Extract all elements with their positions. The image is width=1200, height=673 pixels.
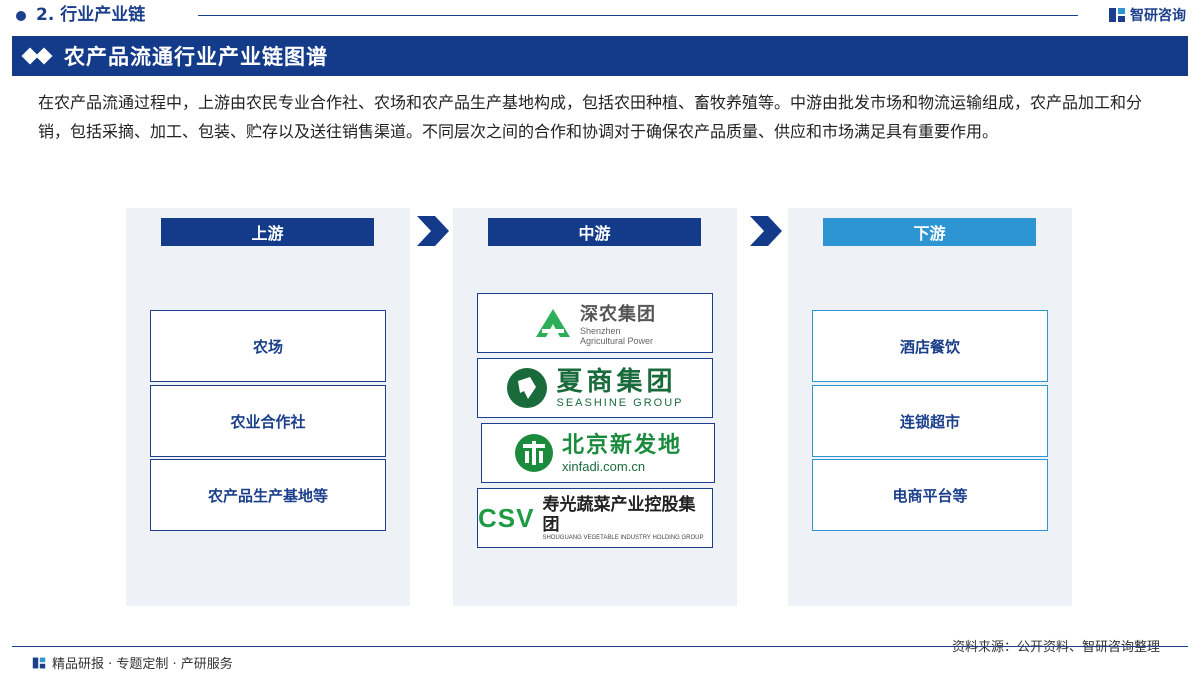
xiashang-logo-icon	[507, 368, 548, 408]
upstream-item: 农场	[150, 310, 386, 382]
xinfadi-logo-icon	[514, 434, 553, 472]
top-bar: 2. 行业产业链 智研咨询	[0, 0, 1200, 32]
logo-name: 寿光蔬菜产业控股集团	[542, 495, 696, 535]
logo-subtitle: SEASHINE GROUP	[556, 397, 684, 409]
logo-name: 北京新发地	[561, 432, 682, 458]
title-banner: 农产品流通行业产业链图谱	[12, 36, 1188, 76]
midstream-heading: 中游	[488, 218, 701, 246]
logo-subtitle: xinfadi.com.cn	[561, 458, 646, 474]
downstream-heading: 下游	[823, 218, 1036, 246]
brand: 智研咨询	[1108, 5, 1186, 25]
upstream-item: 农业合作社	[150, 385, 386, 457]
chevron-right-icon	[417, 216, 449, 246]
logo-xiashang: 夏商集团 SEASHINE GROUP	[477, 358, 713, 418]
shennong-logo-icon	[536, 309, 570, 337]
section-title: 2. 行业产业链	[36, 5, 146, 25]
upstream-column: 上游 农场 农业合作社 农产品生产基地等	[126, 208, 410, 606]
footer-tagline: 精品研报 · 专题定制 · 产研服务	[32, 653, 233, 672]
logo-shennong: 深农集团 Shenzhen Agricultural Power	[477, 293, 713, 353]
logo-subtitle: SHOUGUANG VEGETABLE INDUSTRY HOLDING GRO…	[542, 535, 704, 541]
logo-mark: CSV	[478, 502, 535, 533]
page-title: 农产品流通行业产业链图谱	[64, 45, 328, 69]
logo-name: 夏商集团	[556, 367, 677, 397]
chevron-right-icon	[750, 216, 782, 246]
footer-divider	[12, 646, 1188, 647]
downstream-item: 连锁超市	[812, 385, 1048, 457]
logo-subtitle: Agricultural Power	[580, 336, 654, 346]
brand-name: 智研咨询	[1130, 8, 1186, 24]
intro-paragraph: 在农产品流通过程中，上游由农民专业合作社、农场和农产品生产基地构成，包括农田种植…	[38, 93, 1143, 141]
brand-logo-icon	[1109, 8, 1125, 22]
midstream-column: 中游 深农集团 Shenzhen Agricultural Power 夏商集团…	[453, 208, 737, 606]
upstream-item: 农产品生产基地等	[150, 459, 386, 531]
diamond-icon	[21, 47, 53, 65]
bullet-dot-icon	[16, 11, 26, 21]
upstream-heading: 上游	[161, 218, 374, 246]
logo-xinfadi: 北京新发地 xinfadi.com.cn	[481, 423, 715, 483]
top-divider	[198, 15, 1078, 16]
downstream-item: 酒店餐饮	[812, 310, 1048, 382]
downstream-item: 电商平台等	[812, 459, 1048, 531]
csv-logo-icon: CSV 寿光蔬菜产业控股集团 SHOUGUANG VEGETABLE INDUS…	[478, 495, 712, 541]
logo-csv: CSV 寿光蔬菜产业控股集团 SHOUGUANG VEGETABLE INDUS…	[477, 488, 713, 548]
brand-logo-icon	[32, 657, 46, 668]
logo-name: 深农集团	[580, 304, 656, 325]
logo-subtitle: Shenzhen	[580, 326, 621, 336]
footer-text: 精品研报 · 专题定制 · 产研服务	[52, 657, 233, 672]
downstream-column: 下游 酒店餐饮 连锁超市 电商平台等	[788, 208, 1072, 606]
